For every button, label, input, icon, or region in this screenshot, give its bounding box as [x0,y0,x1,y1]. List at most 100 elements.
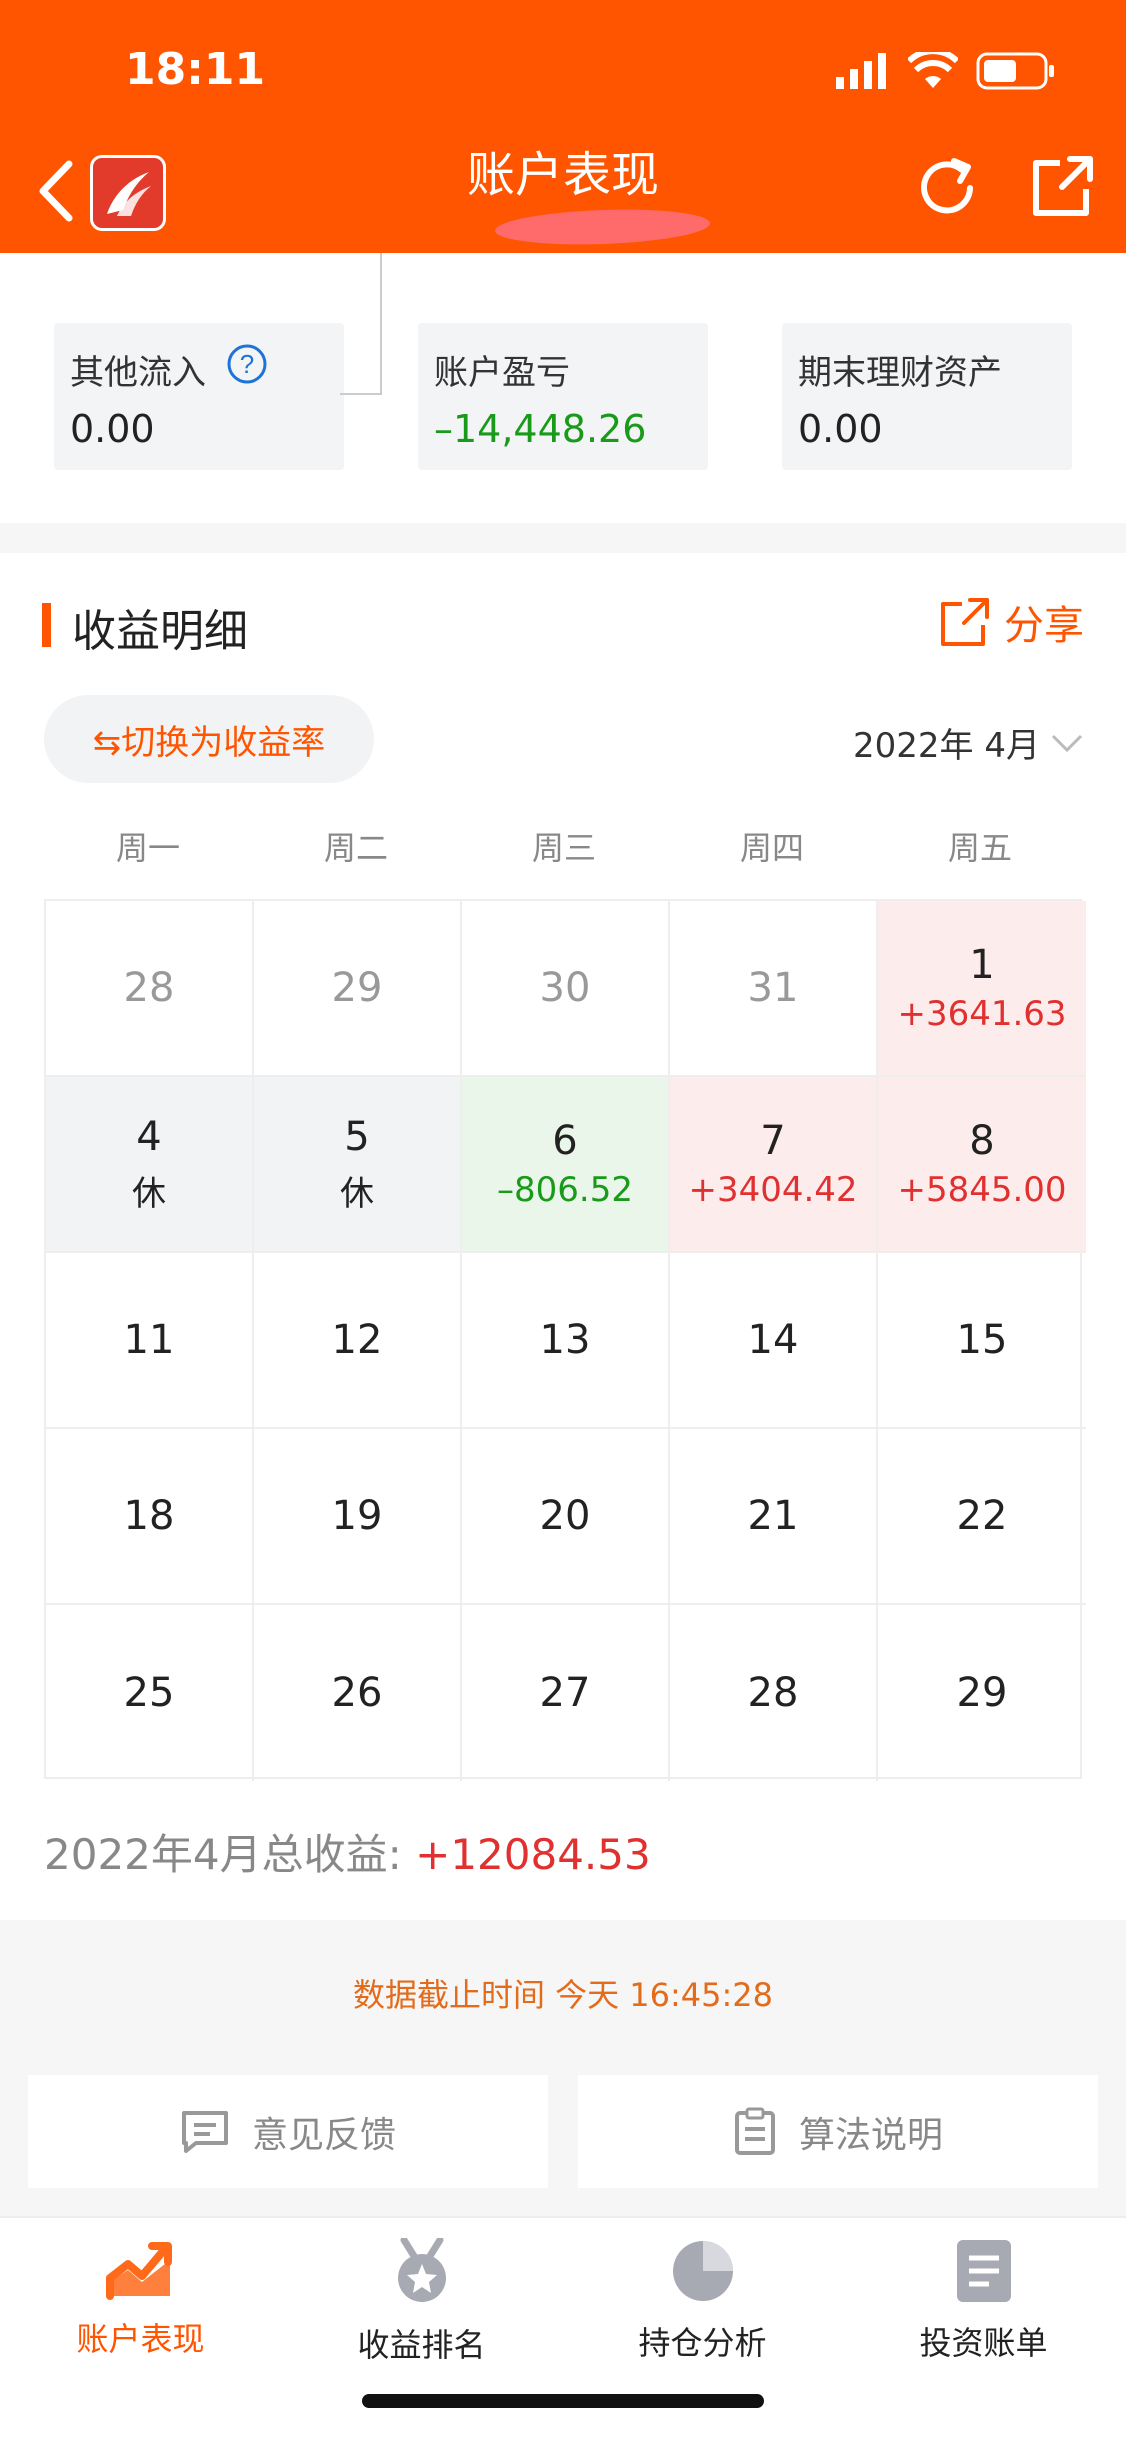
calendar-day-cell[interactable]: 4休 [46,1077,254,1253]
month-label: 2022年 4月 [853,726,1040,766]
calendar-day-number: 15 [956,1317,1008,1363]
calendar-day-number: 19 [331,1493,383,1539]
calendar-day-number: 28 [747,1670,799,1716]
calendar-day-number: 21 [747,1493,799,1539]
calendar-day-number: 25 [123,1670,175,1716]
calendar-day-cell[interactable]: 28 [670,1605,878,1781]
calendar-day-number: 31 [747,965,799,1011]
calendar-day-number: 27 [539,1670,591,1716]
wifi-icon [908,52,958,88]
summary-value: –14,448.26 [434,407,647,451]
calendar-day-cell[interactable]: 26 [254,1605,462,1781]
algorithm-button[interactable]: 算法说明 [578,2075,1098,2188]
calendar-day-cell[interactable]: 11 [46,1253,254,1429]
calendar-day-cell[interactable]: 1 +3641.63 [878,901,1086,1077]
calendar-day-cell[interactable]: 20 [462,1429,670,1605]
data-cutoff-time: 数据截止时间 今天 16:45:28 [352,1976,774,2014]
calendar-day-cell[interactable]: 29 [254,901,462,1077]
calendar-day-number: 14 [747,1317,799,1363]
calendar-day-cell[interactable]: 15 [878,1253,1086,1429]
calendar-day-cell[interactable]: 8 +5845.00 [878,1077,1086,1253]
calendar-day-value: 休 [132,1173,166,1214]
weekday-label: 周五 [947,829,1012,867]
tab-holdings-analysis[interactable]: 持仓分析 [562,2238,843,2364]
month-selector[interactable]: 2022年 4月 [853,718,1084,767]
calendar-day-value: +3641.63 [897,994,1067,1034]
clipboard-icon [734,2107,775,2155]
external-link-icon[interactable] [1030,153,1096,219]
calendar-day-cell[interactable]: 18 [46,1429,254,1605]
calendar-day-number: 12 [331,1317,383,1363]
calendar-day-number: 4 [136,1113,162,1160]
summary-label: 其他流入 [70,353,206,393]
calendar-day-number: 7 [760,1118,786,1164]
weekday-label: 周三 [531,829,596,867]
calendar-day-number: 29 [331,965,383,1011]
help-icon[interactable]: ? [226,343,268,385]
earnings-detail-section: 收益明细 分享 ⇆切换为收益率 2022年 4月 周一 周二 周三 周四 周五 … [0,553,1126,1920]
calendar-day-number: 30 [539,965,591,1011]
share-icon [941,598,989,646]
summary-panel: 其他流入 ? 0.00 账户盈亏 –14,448.26 期末理财资产 0.00 [0,253,1126,523]
feedback-button[interactable]: 意见反馈 [28,2075,548,2188]
summary-card-other-inflow: 其他流入 ? 0.00 [54,323,344,470]
calendar-day-cell[interactable]: 19 [254,1429,462,1605]
calendar-day-number: 13 [539,1317,591,1363]
calendar-day-value: –806.52 [497,1170,633,1210]
calendar-day-cell[interactable]: 25 [46,1605,254,1781]
weekday-label: 周四 [739,829,804,867]
pie-chart-icon [672,2241,733,2301]
tooltip-connector [340,253,382,395]
summary-value: 0.00 [70,407,155,451]
bill-icon [956,2240,1011,2302]
calendar-day-cell[interactable]: 27 [462,1605,670,1781]
calendar-day-cell[interactable]: 6 –806.52 [462,1077,670,1253]
summary-card-account-pnl: 账户盈亏 –14,448.26 [418,323,708,470]
tab-account-performance[interactable]: 账户表现 [0,2238,281,2360]
tab-label: 持仓分析 [638,2324,767,2362]
tab-investment-bill[interactable]: 投资账单 [843,2238,1124,2364]
signal-icon [836,53,886,89]
monthly-total: 2022年4月总收益: +12084.53 [44,1821,651,1882]
home-indicator [362,2394,764,2408]
share-button[interactable]: 分享 [940,593,1084,651]
share-label: 分享 [1004,603,1084,649]
calendar-day-number: 8 [969,1118,995,1164]
algorithm-label: 算法说明 [798,2114,943,2156]
calendar-day-cell[interactable]: 22 [878,1429,1086,1605]
tab-label: 账户表现 [76,2320,205,2358]
svg-text:?: ? [240,349,254,379]
calendar-day-cell[interactable]: 5休 [254,1077,462,1253]
calendar-day-value: +5845.00 [897,1170,1067,1210]
monthly-total-label: 2022年4月总收益: [44,1830,416,1879]
tab-label: 投资账单 [919,2324,1048,2362]
weekday-label: 周二 [323,829,388,867]
redaction-scribble [494,206,711,248]
calendar-day-cell[interactable]: 21 [670,1429,878,1605]
summary-value: 0.00 [798,407,883,451]
calendar-day-cell[interactable]: 30 [462,901,670,1077]
calendar-day-cell[interactable]: 7 +3404.42 [670,1077,878,1253]
battery-icon [976,52,1054,90]
top-bar: 18:11 账户表现 [0,0,1126,253]
section-accent-bar [42,603,51,647]
calendar-day-cell[interactable]: 12 [254,1253,462,1429]
calendar-day-value: 休 [340,1173,374,1214]
tab-label: 收益排名 [357,2326,486,2364]
calendar-day-cell[interactable]: 13 [462,1253,670,1429]
summary-label: 期末理财资产 [798,353,1002,393]
calendar-day-number: 28 [123,965,175,1011]
tab-earnings-ranking[interactable]: 收益排名 [281,2238,562,2366]
calendar-day-cell[interactable]: 14 [670,1253,878,1429]
calendar-day-number: 18 [123,1493,175,1539]
calendar-day-cell[interactable]: 31 [670,901,878,1077]
calendar-day-number: 26 [331,1670,383,1716]
refresh-icon[interactable] [912,153,982,223]
calendar-day-cell[interactable]: 29 [878,1605,1086,1781]
status-time: 18:11 [125,44,266,95]
calendar-day-number: 1 [969,942,995,988]
calendar-day-cell[interactable]: 28 [46,901,254,1077]
calendar-day-number: 11 [123,1317,175,1363]
switch-to-rate-button[interactable]: ⇆切换为收益率 [44,695,374,783]
weekday-label: 周一 [115,829,180,867]
